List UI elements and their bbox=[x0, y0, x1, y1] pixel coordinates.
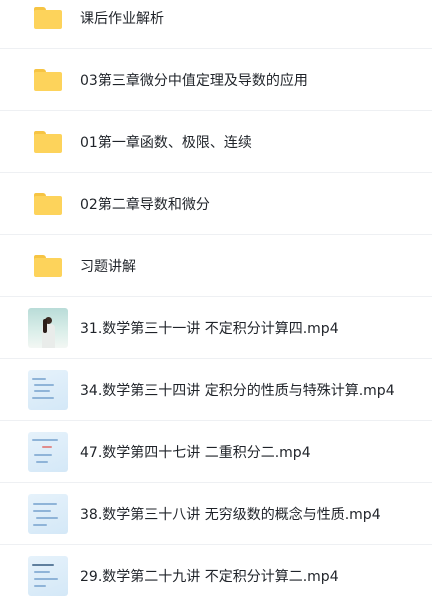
list-item-folder[interactable]: 03第三章微分中值定理及导数的应用 bbox=[0, 49, 432, 111]
item-name: 38.数学第三十八讲 无穷级数的概念与性质.mp4 bbox=[80, 506, 381, 523]
folder-icon bbox=[34, 192, 62, 215]
folder-icon bbox=[34, 254, 62, 277]
item-name: 习题讲解 bbox=[80, 258, 136, 275]
folder-icon bbox=[34, 130, 62, 153]
item-name: 02第二章导数和微分 bbox=[80, 196, 210, 213]
item-name: 31.数学第三十一讲 不定积分计算四.mp4 bbox=[80, 320, 339, 337]
item-name: 29.数学第二十九讲 不定积分计算二.mp4 bbox=[80, 568, 339, 585]
item-name: 01第一章函数、极限、连续 bbox=[80, 134, 252, 151]
folder-icon bbox=[34, 6, 62, 29]
item-name: 47.数学第四十七讲 二重积分二.mp4 bbox=[80, 444, 311, 461]
video-thumbnail bbox=[28, 307, 68, 348]
list-item-video[interactable]: 38.数学第三十八讲 无穷级数的概念与性质.mp4 bbox=[0, 483, 432, 545]
file-list: 课后作业解析 03第三章微分中值定理及导数的应用 01第一章函数、极限、连续 0… bbox=[0, 0, 432, 597]
list-item-video[interactable]: 34.数学第三十四讲 定积分的性质与特殊计算.mp4 bbox=[0, 359, 432, 421]
list-item-video[interactable]: 47.数学第四十七讲 二重积分二.mp4 bbox=[0, 421, 432, 483]
list-item-folder[interactable]: 习题讲解 bbox=[0, 235, 432, 297]
list-item-video[interactable]: 29.数学第二十九讲 不定积分计算二.mp4 bbox=[0, 545, 432, 597]
list-item-folder[interactable]: 课后作业解析 bbox=[0, 0, 432, 49]
folder-icon bbox=[34, 68, 62, 91]
list-item-folder[interactable]: 01第一章函数、极限、连续 bbox=[0, 111, 432, 173]
list-item-folder[interactable]: 02第二章导数和微分 bbox=[0, 173, 432, 235]
video-thumbnail bbox=[28, 369, 68, 410]
item-name: 34.数学第三十四讲 定积分的性质与特殊计算.mp4 bbox=[80, 382, 395, 399]
item-name: 课后作业解析 bbox=[80, 10, 164, 27]
video-thumbnail bbox=[28, 431, 68, 472]
item-name: 03第三章微分中值定理及导数的应用 bbox=[80, 72, 308, 89]
video-thumbnail bbox=[28, 493, 68, 534]
list-item-video[interactable]: 31.数学第三十一讲 不定积分计算四.mp4 bbox=[0, 297, 432, 359]
video-thumbnail bbox=[28, 555, 68, 596]
